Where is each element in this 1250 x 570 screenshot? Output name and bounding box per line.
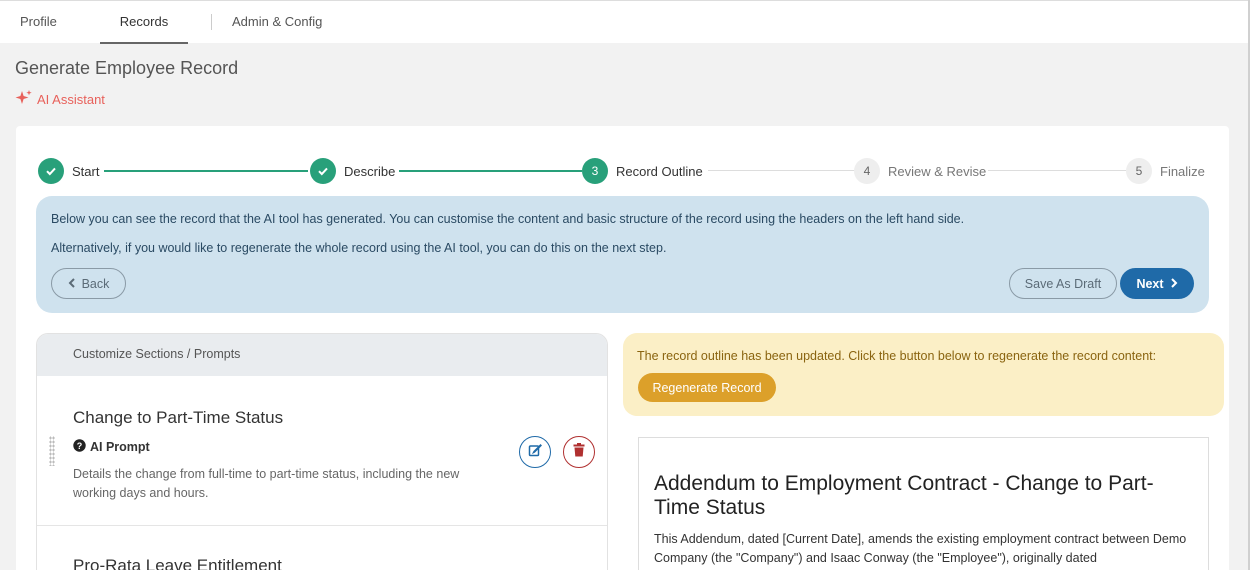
check-icon [310,158,336,184]
check-icon [38,158,64,184]
step-number: 3 [582,158,608,184]
step-record-outline: 3 Record Outline [582,158,703,184]
tab-profile-label: Profile [20,14,57,29]
notice-text: The record outline has been updated. Cli… [637,349,1157,363]
ai-prompt-text: AI Prompt [90,440,150,454]
step-describe: Describe [310,158,395,184]
save-draft-button[interactable]: Save As Draft [1009,268,1117,299]
delete-section-button[interactable] [563,436,595,468]
tab-records[interactable]: Records [100,1,188,44]
info-text-2: Alternatively, if you would like to rege… [51,241,667,255]
section-title: Change to Part-Time Status [73,408,284,427]
step-number: 5 [1126,158,1152,184]
regenerate-record-button[interactable]: Regenerate Record [638,373,776,402]
regenerate-record-label: Regenerate Record [652,380,762,395]
trash-icon [573,442,585,462]
step-describe-label: Describe [344,163,396,179]
tab-profile[interactable]: Profile [20,1,57,44]
step-finalize: 5 Finalize [1126,158,1205,184]
record-body-text: This Addendum, dated [Current Date], ame… [654,532,1187,565]
tab-admin-config[interactable]: Admin & Config [232,1,322,44]
step-review-revise-label: Review & Revise [888,163,987,179]
info-text-1: Below you can see the record that the AI… [51,212,965,226]
page-title: Generate Employee Record [15,58,239,78]
step-start-label: Start [72,163,100,179]
stepper-line-3 [708,170,855,171]
section-divider [37,525,607,526]
top-tab-bar: Profile Records Admin & Config [0,0,1250,44]
tab-admin-config-label: Admin & Config [232,14,323,29]
stepper-line-4 [988,170,1126,171]
chevron-right-icon [1170,277,1178,291]
edit-icon [528,443,542,462]
back-button-label: Back [81,276,110,291]
step-number: 4 [854,158,880,184]
section-description: Details the change from full-time to par… [73,467,460,500]
svg-text:?: ? [77,441,83,451]
edit-section-button[interactable] [519,436,551,468]
record-heading: Addendum to Employment Contract - Change… [654,472,1154,519]
next-button-label: Next [1136,276,1164,291]
tab-records-label: Records [119,14,169,29]
save-draft-label: Save As Draft [1024,276,1102,291]
outline-updated-notice: The record outline has been updated. Cli… [623,333,1224,416]
sections-panel: Customize Sections / Prompts Change to P… [36,333,608,570]
chevron-left-icon [68,277,76,291]
record-preview: Addendum to Employment Contract - Change… [638,437,1209,570]
step-review-revise: 4 Review & Revise [854,158,986,184]
step-finalize-label: Finalize [1160,163,1205,179]
drag-handle-icon[interactable] [49,436,55,466]
stepper-line-2 [399,170,582,172]
back-button[interactable]: Back [51,268,126,299]
stepper-line-1 [104,170,308,172]
info-panel: Below you can see the record that the AI… [36,196,1209,313]
step-record-outline-label: Record Outline [616,163,703,179]
ai-assistant-label: AI Assistant [37,92,105,107]
question-circle-icon: ? [73,439,86,455]
next-button[interactable]: Next [1120,268,1194,299]
sparkle-icon [15,90,33,109]
ai-assistant-link[interactable]: AI Assistant [15,90,105,109]
tab-divider [211,14,212,30]
step-start: Start [38,158,99,184]
sections-panel-header: Customize Sections / Prompts [37,334,607,376]
section-title: Pro-Rata Leave Entitlement [73,556,282,570]
ai-prompt-label: ? AI Prompt [73,439,150,455]
